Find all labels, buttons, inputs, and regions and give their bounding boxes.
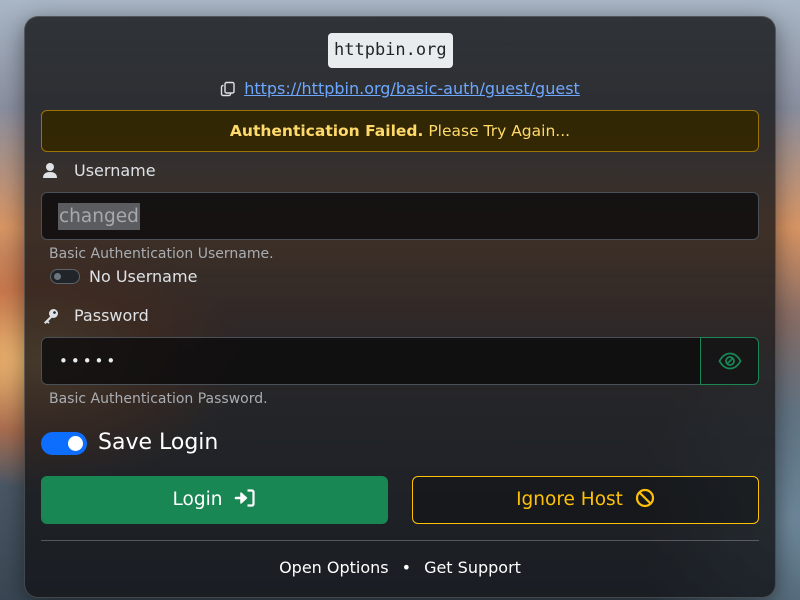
auth-failed-alert: Authentication Failed. Please Try Again.…	[41, 110, 759, 152]
no-username-toggle[interactable]	[50, 269, 80, 284]
copy-icon[interactable]	[220, 81, 236, 103]
open-options-link[interactable]: Open Options	[279, 558, 389, 577]
save-login-label[interactable]: Save Login	[98, 428, 218, 458]
footer: Open Options • Get Support	[0, 557, 800, 579]
eye-icon	[718, 352, 742, 370]
login-button[interactable]: Login	[41, 476, 388, 524]
login-button-label: Login	[172, 489, 223, 510]
ignore-host-button[interactable]: Ignore Host	[412, 476, 759, 524]
save-login-toggle[interactable]	[41, 432, 87, 455]
divider	[41, 540, 759, 541]
get-support-link[interactable]: Get Support	[424, 558, 521, 577]
no-username-label[interactable]: No Username	[89, 266, 197, 288]
password-input[interactable]: •••••	[41, 337, 701, 385]
password-help: Basic Authentication Password.	[49, 391, 268, 407]
password-value: •••••	[59, 352, 119, 370]
username-help: Basic Authentication Username.	[49, 246, 274, 262]
username-input[interactable]: changed	[41, 192, 759, 240]
footer-separator: •	[401, 558, 412, 577]
password-label: Password	[74, 306, 149, 325]
url-link[interactable]: https://httpbin.org/basic-auth/guest/gue…	[244, 79, 580, 98]
person-icon	[42, 162, 58, 185]
alert-message: Please Try Again...	[423, 122, 571, 140]
ban-icon	[635, 488, 655, 508]
host-badge: httpbin.org	[328, 33, 453, 68]
toggle-knob	[68, 436, 83, 451]
username-label: Username	[74, 161, 156, 180]
alert-title: Authentication Failed.	[229, 122, 424, 140]
url-row: https://httpbin.org/basic-auth/guest/gue…	[0, 78, 800, 103]
key-icon	[42, 307, 60, 331]
toggle-knob	[54, 273, 61, 280]
ignore-host-button-label: Ignore Host	[516, 489, 623, 510]
login-arrow-icon	[235, 489, 256, 507]
username-value: changed	[58, 203, 140, 230]
toggle-password-visibility-button[interactable]	[700, 337, 759, 385]
